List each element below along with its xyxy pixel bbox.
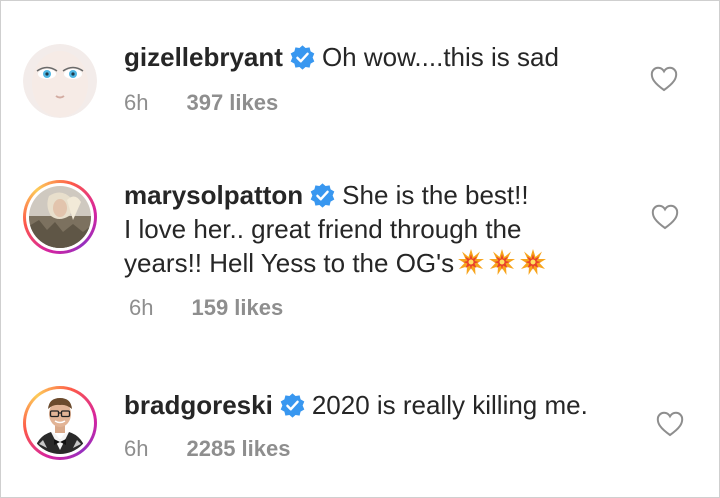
comment-line: bradgoreski 2020 is really killing me. (124, 388, 588, 422)
comment-line: I love her.. great friend through the (124, 214, 522, 244)
comment-body: bradgoreski 2020 is really killing me. (124, 388, 588, 422)
comment-text: Oh wow....this is sad (321, 42, 559, 72)
avatar[interactable] (23, 386, 97, 460)
like-heart-icon[interactable] (656, 411, 684, 437)
comment-timestamp: 6h (124, 436, 149, 461)
likes-count[interactable]: 2285 likes (186, 436, 290, 462)
verified-badge-icon (289, 44, 316, 71)
collision-emoji-icon (519, 248, 547, 276)
comment-body: marysolpatton She is the best!! I love he… (124, 178, 547, 280)
like-heart-icon[interactable] (650, 66, 678, 92)
likes-count[interactable]: 159 likes (191, 295, 283, 321)
comment-line: gizellebryant Oh wow....this is sad (124, 40, 559, 74)
username-link[interactable]: bradgoreski (124, 390, 273, 420)
comment-line: marysolpatton She is the best!! (124, 178, 547, 212)
username-link[interactable]: gizellebryant (124, 42, 283, 72)
username-link[interactable]: marysolpatton (124, 180, 303, 210)
avatar[interactable] (23, 44, 97, 118)
comment-timestamp: 6h (124, 90, 149, 115)
avatar[interactable] (23, 180, 97, 254)
verified-badge-icon (279, 392, 306, 419)
comment-text: years!! Hell Yess to the OG's (124, 248, 455, 278)
comment-meta: 6h 2285 likes (124, 436, 290, 462)
comment-text: She is the best!! (342, 180, 529, 210)
verified-badge-icon (309, 182, 336, 209)
comment-timestamp: 6h (129, 295, 154, 320)
comment-meta: 6h 397 likes (124, 90, 278, 116)
comment-text: 2020 is really killing me. (311, 390, 588, 420)
likes-count[interactable]: 397 likes (186, 90, 278, 116)
comment-body: gizellebryant Oh wow....this is sad (124, 40, 559, 74)
collision-emoji-icon (457, 248, 485, 276)
like-heart-icon[interactable] (651, 204, 679, 230)
collision-emoji-icon (488, 248, 516, 276)
comment-meta: 6h 159 likes (129, 295, 283, 321)
comment-line: years!! Hell Yess to the OG's (124, 246, 547, 280)
